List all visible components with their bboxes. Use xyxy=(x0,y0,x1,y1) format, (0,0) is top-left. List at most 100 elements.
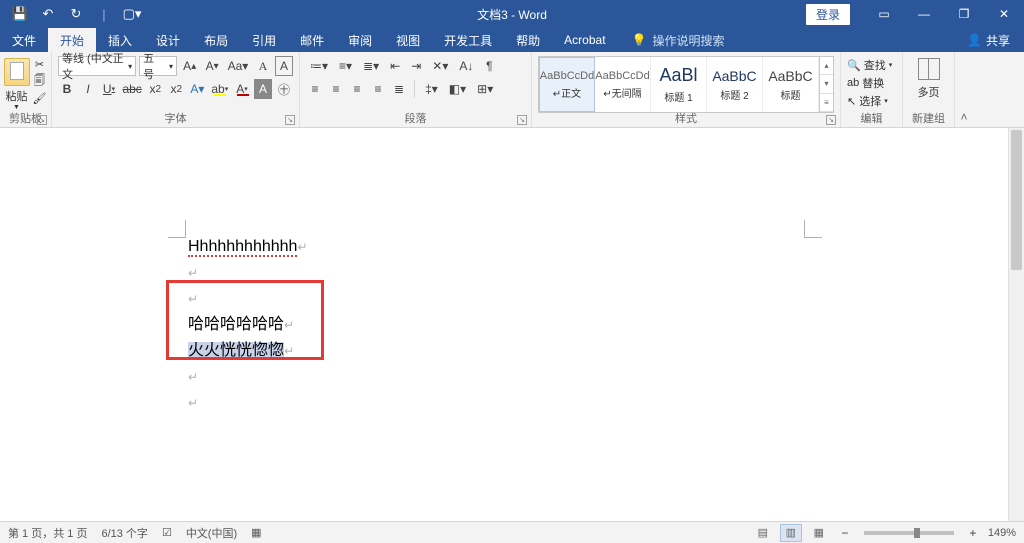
multilevel-list-button[interactable]: ≣▾ xyxy=(359,56,383,76)
italic-button[interactable]: I xyxy=(79,79,97,99)
zoom-level[interactable]: 149% xyxy=(988,527,1016,539)
style-heading1[interactable]: AaBl 标题 1 xyxy=(651,57,707,112)
increase-font-size-button[interactable]: A▴ xyxy=(180,56,199,76)
text-line[interactable]: ↵ xyxy=(188,260,308,286)
minimize-button[interactable]: — xyxy=(904,0,944,28)
tab-developer[interactable]: 开发工具 xyxy=(432,28,504,52)
format-painter-icon[interactable]: 🖌 xyxy=(32,90,48,106)
redo-icon[interactable]: ↻ xyxy=(62,0,90,28)
cut-icon[interactable]: ✂ xyxy=(32,56,48,72)
share-button[interactable]: 👤 共享 xyxy=(953,28,1024,52)
find-button[interactable]: 🔍查找▾ xyxy=(847,56,896,74)
select-button[interactable]: ↖选择▾ xyxy=(847,92,896,110)
scroll-thumb[interactable] xyxy=(1011,130,1022,270)
decrease-font-size-button[interactable]: A▾ xyxy=(202,56,221,76)
paragraph-dialog-launcher[interactable]: ↘ xyxy=(517,115,527,125)
multipage-button[interactable]: 多页 xyxy=(918,58,940,100)
zoom-thumb[interactable] xyxy=(914,528,920,538)
collapse-ribbon-button[interactable]: ˄ xyxy=(955,52,973,127)
document-content[interactable]: Hhhhhhhhhhhh↵ ↵ ↵ 哈哈哈哈哈哈↵ 火火恍恍惚惚↵ ↵ ↵ xyxy=(188,234,308,416)
tab-help[interactable]: 帮助 xyxy=(504,28,552,52)
character-border-button[interactable]: A xyxy=(275,56,293,76)
style-title[interactable]: AaBbC 标题 xyxy=(763,57,819,112)
view-web-layout-button[interactable]: ▦ xyxy=(808,524,830,542)
text-line[interactable]: Hhhhhhhhhhhh↵ xyxy=(188,234,308,260)
tab-references[interactable]: 引用 xyxy=(240,28,288,52)
save-icon[interactable]: 💾 xyxy=(6,0,34,28)
phonetic-guide-button[interactable]: A xyxy=(254,56,272,76)
superscript-button[interactable]: x2 xyxy=(167,79,185,99)
status-spellcheck-icon[interactable]: ☑ xyxy=(162,526,172,539)
borders-button[interactable]: ⊞▾ xyxy=(473,79,497,99)
zoom-out-button[interactable]: − xyxy=(836,523,854,543)
enclose-characters-button[interactable]: ㊉ xyxy=(275,79,293,99)
status-word-count[interactable]: 6/13 个字 xyxy=(101,525,147,541)
change-case-button[interactable]: Aa▾ xyxy=(225,56,251,76)
tab-layout[interactable]: 布局 xyxy=(192,28,240,52)
sign-in-button[interactable]: 登录 xyxy=(806,4,850,25)
status-page[interactable]: 第 1 页，共 1 页 xyxy=(8,525,87,541)
ribbon-display-options-icon[interactable]: ▭ xyxy=(864,0,904,28)
document-area[interactable]: Hhhhhhhhhhhh↵ ↵ ↵ 哈哈哈哈哈哈↵ 火火恍恍惚惚↵ ↵ ↵ xyxy=(0,128,1024,521)
character-shading-button[interactable]: A xyxy=(254,79,272,99)
text-line[interactable]: 火火恍恍惚惚↵ xyxy=(188,338,308,364)
paste-button[interactable]: 粘贴 ▼ xyxy=(4,58,30,111)
style-normal[interactable]: AaBbCcDd ↵正文 xyxy=(539,57,595,112)
subscript-button[interactable]: x2 xyxy=(146,79,164,99)
clipboard-dialog-launcher[interactable]: ↘ xyxy=(37,115,47,125)
tab-insert[interactable]: 插入 xyxy=(96,28,144,52)
tab-mailings[interactable]: 邮件 xyxy=(288,28,336,52)
maximize-button[interactable]: ❐ xyxy=(944,0,984,28)
text-line[interactable]: ↵ xyxy=(188,390,308,416)
align-center-button[interactable]: ≡ xyxy=(327,79,345,99)
align-right-button[interactable]: ≡ xyxy=(348,79,366,99)
strikethrough-button[interactable]: abc xyxy=(121,79,143,99)
text-line[interactable]: ↵ xyxy=(188,364,308,390)
numbering-button[interactable]: ≡▾ xyxy=(335,56,356,76)
close-button[interactable]: ✕ xyxy=(984,0,1024,28)
shading-button[interactable]: ◧▾ xyxy=(445,79,470,99)
zoom-slider[interactable] xyxy=(864,531,954,535)
align-left-button[interactable]: ≡ xyxy=(306,79,324,99)
line-spacing-button[interactable]: ‡▾ xyxy=(421,79,442,99)
replace-button[interactable]: ab替换 xyxy=(847,74,896,92)
copy-icon[interactable]: 🗐 xyxy=(32,73,48,89)
font-name-combo[interactable]: 等线 (中文正文▾ xyxy=(58,56,136,76)
styles-dialog-launcher[interactable]: ↘ xyxy=(826,115,836,125)
bullets-button[interactable]: ≔▾ xyxy=(306,56,332,76)
decrease-indent-button[interactable]: ⇤ xyxy=(386,56,404,76)
status-macro-icon[interactable]: ▦ xyxy=(251,526,261,539)
underline-button[interactable]: U▾ xyxy=(100,79,118,99)
vertical-scrollbar[interactable] xyxy=(1008,128,1024,521)
bold-button[interactable]: B xyxy=(58,79,76,99)
tab-acrobat[interactable]: Acrobat xyxy=(552,28,617,52)
tab-view[interactable]: 视图 xyxy=(384,28,432,52)
style-no-spacing[interactable]: AaBbCcDd ↵无间隔 xyxy=(595,57,651,112)
distributed-button[interactable]: ≣ xyxy=(390,79,408,99)
zoom-in-button[interactable]: + xyxy=(964,523,982,543)
text-line[interactable]: ↵ xyxy=(188,286,308,312)
view-read-mode-button[interactable]: ▤ xyxy=(752,524,774,542)
gallery-down-button[interactable]: ▾ xyxy=(820,75,833,93)
view-print-layout-button[interactable]: ▥ xyxy=(780,524,802,542)
tab-file[interactable]: 文件 xyxy=(0,28,48,52)
text-effects-button[interactable]: A▾ xyxy=(188,79,206,99)
undo-icon[interactable]: ↶ xyxy=(34,0,62,28)
font-color-button[interactable]: A▾ xyxy=(233,79,251,99)
tell-me-search[interactable]: 💡 操作说明搜索 xyxy=(618,28,725,52)
style-heading2[interactable]: AaBbC 标题 2 xyxy=(707,57,763,112)
sort-button[interactable]: A↓ xyxy=(455,56,477,76)
text-line[interactable]: 哈哈哈哈哈哈↵ xyxy=(188,312,308,338)
increase-indent-button[interactable]: ⇥ xyxy=(407,56,425,76)
gallery-up-button[interactable]: ▴ xyxy=(820,57,833,75)
justify-button[interactable]: ≡ xyxy=(369,79,387,99)
font-dialog-launcher[interactable]: ↘ xyxy=(285,115,295,125)
customize-qat-icon[interactable]: ▢▾ xyxy=(118,0,146,28)
show-hide-marks-button[interactable]: ¶ xyxy=(480,56,498,76)
highlight-button[interactable]: ab▾ xyxy=(210,79,230,99)
asian-layout-button[interactable]: ✕▾ xyxy=(428,56,452,76)
font-size-combo[interactable]: 五号▾ xyxy=(139,56,177,76)
status-language[interactable]: 中文(中国) xyxy=(186,525,237,541)
tab-design[interactable]: 设计 xyxy=(144,28,192,52)
tab-review[interactable]: 审阅 xyxy=(336,28,384,52)
